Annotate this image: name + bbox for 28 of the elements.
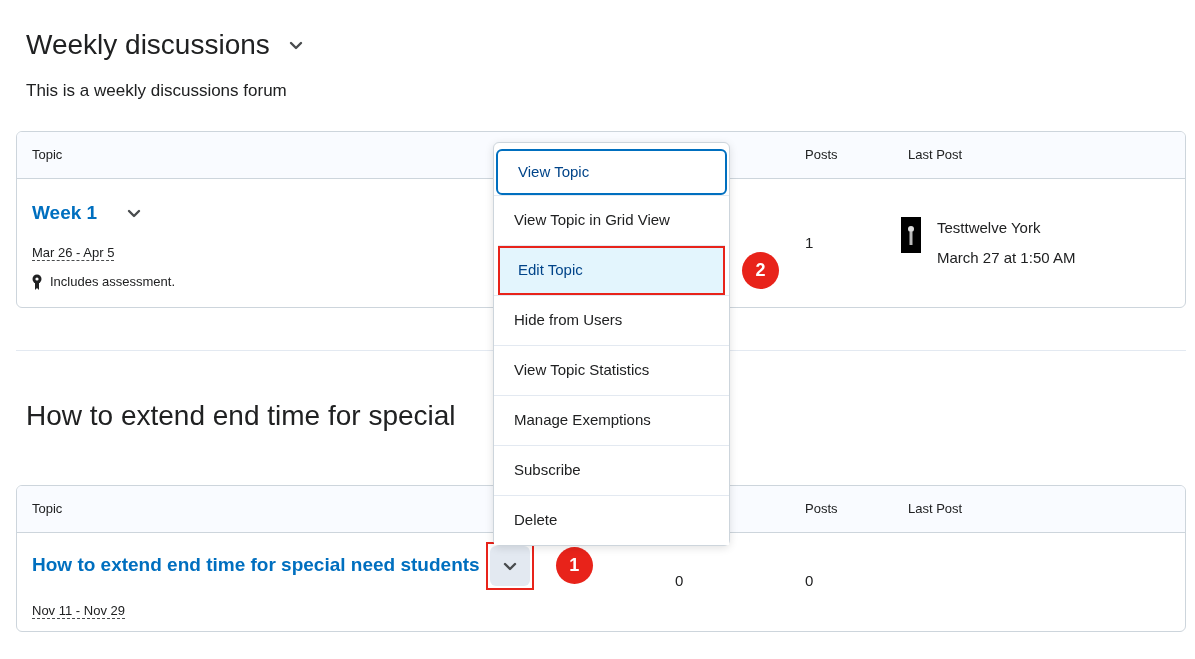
post-count: 1 xyxy=(805,233,814,251)
section-title: Weekly discussions xyxy=(26,28,270,62)
topic-link[interactable]: Week 1 xyxy=(32,199,98,228)
column-header: Posts xyxy=(805,147,838,163)
menu-item[interactable]: View Topic xyxy=(496,149,727,195)
date-range: Mar 26 - Apr 5 xyxy=(32,245,115,262)
column-header: Topic xyxy=(32,147,63,163)
menu-item[interactable]: View Topic Statistics xyxy=(494,345,729,395)
step-marker: 2 xyxy=(742,252,779,289)
column-header: Posts xyxy=(805,500,838,516)
thread-count: 0 xyxy=(675,572,684,590)
post-time: March 27 at 1:50 AM xyxy=(937,248,1076,269)
column-header: Last Post xyxy=(908,500,963,516)
step-marker: 1 xyxy=(555,547,593,585)
menu-item[interactable]: Delete xyxy=(494,495,729,545)
menu-item[interactable]: Manage Exemptions xyxy=(494,395,729,445)
forum-description: This is a weekly discussions forum xyxy=(25,79,288,102)
date-range: Nov 11 - Nov 29 xyxy=(32,602,125,619)
section-title: How to extend end time for special xyxy=(26,399,456,433)
column-header: Topic xyxy=(32,500,63,516)
menu-item[interactable]: Hide from Users xyxy=(494,295,729,345)
author-name: Testtwelve York xyxy=(937,217,1042,238)
post-count: 0 xyxy=(805,572,814,590)
menu-item[interactable]: Subscribe xyxy=(494,445,729,495)
assessment-note: Includes assessment. xyxy=(50,273,175,292)
topic-link[interactable]: How to extend end time for special need students xyxy=(32,551,480,580)
column-header: Last Post xyxy=(908,147,963,163)
menu-item[interactable]: View Topic in Grid View xyxy=(494,195,729,245)
